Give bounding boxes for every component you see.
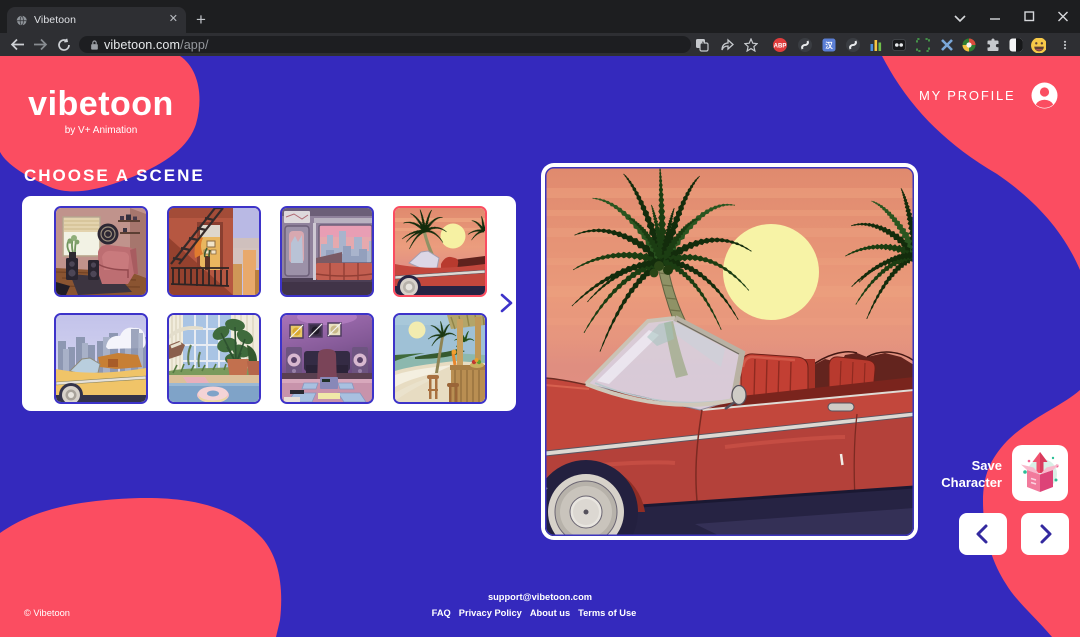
svg-text:A: A xyxy=(701,41,706,48)
svg-text:ABP: ABP xyxy=(774,44,787,50)
svg-text:汉: 汉 xyxy=(825,40,833,50)
